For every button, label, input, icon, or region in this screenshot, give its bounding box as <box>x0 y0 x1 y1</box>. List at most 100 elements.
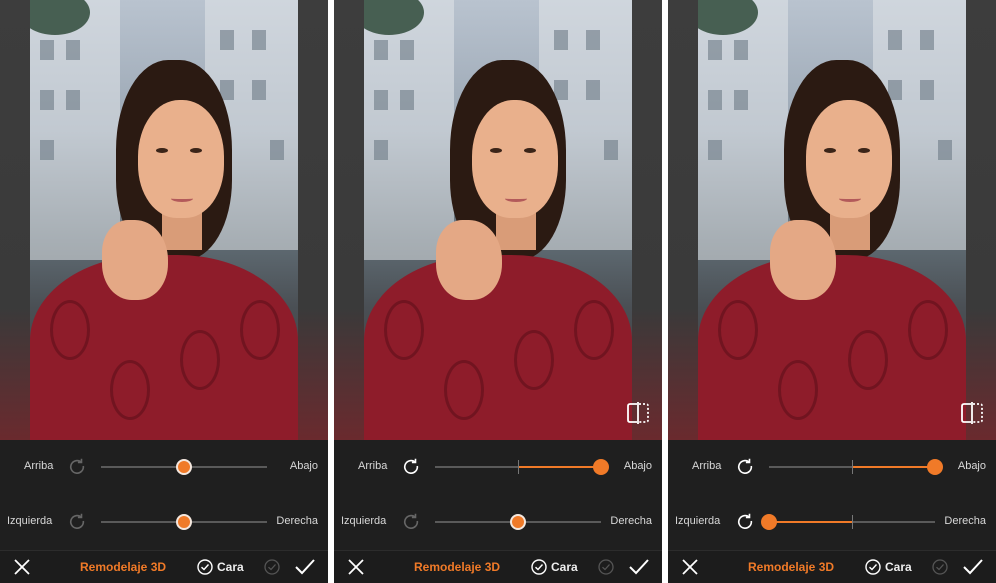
vertical-adjust-row: Arriba Abajo <box>668 455 996 479</box>
slider-label-down: Abajo <box>623 460 652 472</box>
hand <box>770 220 836 300</box>
rotate-cw-icon[interactable] <box>68 512 86 530</box>
slider-label-left: Izquierda <box>341 515 387 527</box>
slider-label-down: Abajo <box>289 460 318 472</box>
window <box>40 40 54 60</box>
checkmark-icon[interactable] <box>294 557 316 577</box>
vertical-slider-thumb[interactable] <box>927 459 943 475</box>
slider-label-up: Arriba <box>358 460 388 472</box>
bottom-toolbar: Remodelaje 3D Cara <box>0 550 328 583</box>
photo-canvas[interactable] <box>334 0 662 440</box>
slider-label-down: Abajo <box>957 460 986 472</box>
photo-canvas[interactable] <box>668 0 996 440</box>
building <box>698 0 788 260</box>
eye-left <box>156 148 168 153</box>
knit-pattern <box>778 360 818 420</box>
horizontal-adjust-row: Izquierda Derecha <box>334 510 662 534</box>
window <box>66 90 80 110</box>
window <box>270 140 284 160</box>
rotate-cw-icon[interactable] <box>402 512 420 530</box>
window <box>586 30 600 50</box>
window <box>374 140 388 160</box>
vertical-slider-thumb[interactable] <box>176 459 192 475</box>
window <box>708 40 722 60</box>
window <box>66 40 80 60</box>
slider-label-left: Izquierda <box>675 515 721 527</box>
photo-edge-right <box>966 0 996 440</box>
knit-pattern <box>908 300 948 360</box>
face-toggle[interactable]: Cara <box>531 557 578 577</box>
photo-edge-right <box>632 0 662 440</box>
close-icon[interactable] <box>12 557 32 577</box>
vertical-slider-track[interactable] <box>101 459 267 475</box>
window <box>888 30 902 50</box>
window <box>708 140 722 160</box>
vertical-slider-track[interactable] <box>769 459 943 475</box>
horizontal-slider-track[interactable] <box>101 514 267 530</box>
slider-fill <box>852 466 935 468</box>
horizontal-slider-track[interactable] <box>761 514 935 530</box>
knit-pattern <box>240 300 280 360</box>
check-circle-icon[interactable] <box>264 559 280 575</box>
window <box>374 40 388 60</box>
horizontal-slider-thumb[interactable] <box>176 514 192 530</box>
close-icon[interactable] <box>680 557 700 577</box>
close-icon[interactable] <box>346 557 366 577</box>
check-circle-icon <box>531 559 547 575</box>
vertical-slider-thumb[interactable] <box>593 459 609 475</box>
horizontal-slider-track[interactable] <box>435 514 601 530</box>
knit-pattern <box>718 300 758 360</box>
face-toggle-label: Cara <box>217 560 244 574</box>
horizontal-slider-thumb[interactable] <box>510 514 526 530</box>
rotate-cw-icon[interactable] <box>736 457 754 475</box>
rotate-cw-icon[interactable] <box>402 457 420 475</box>
mouth <box>839 195 861 202</box>
window <box>734 90 748 110</box>
horizontal-slider-thumb[interactable] <box>761 514 777 530</box>
check-circle-icon[interactable] <box>932 559 948 575</box>
photo-canvas[interactable] <box>0 0 328 440</box>
vertical-slider-track[interactable] <box>435 459 609 475</box>
split-compare-icon[interactable] <box>626 402 650 424</box>
eye-left <box>490 148 502 153</box>
adjustment-controls: Arriba Abajo Izquierda Derecha <box>0 440 328 550</box>
tool-title: Remodelaje 3D <box>748 560 835 574</box>
split-compare-icon[interactable] <box>960 402 984 424</box>
eye-left <box>824 148 836 153</box>
checkmark-icon[interactable] <box>962 557 984 577</box>
bottom-toolbar: Remodelaje 3D Cara <box>334 550 662 583</box>
eye-right <box>524 148 536 153</box>
window <box>708 90 722 110</box>
window <box>252 30 266 50</box>
eye-right <box>858 148 870 153</box>
check-circle-icon <box>197 559 213 575</box>
knit-pattern <box>444 360 484 420</box>
knit-pattern <box>50 300 90 360</box>
photo-edge-left <box>668 0 698 440</box>
hand <box>102 220 168 300</box>
window <box>734 40 748 60</box>
window <box>400 40 414 60</box>
editor-screen: Arriba Abajo Izquierda Derecha Remodelaj… <box>0 0 328 583</box>
rotate-cw-icon[interactable] <box>736 512 754 530</box>
face-toggle[interactable]: Cara <box>865 557 912 577</box>
tool-title: Remodelaje 3D <box>414 560 501 574</box>
check-circle-icon[interactable] <box>598 559 614 575</box>
photo-edge-left <box>0 0 30 440</box>
slider-fill <box>769 521 852 523</box>
editor-screen: Arriba Abajo Izquierda Derecha Remodelaj… <box>334 0 662 583</box>
checkmark-icon[interactable] <box>628 557 650 577</box>
rotate-cw-icon[interactable] <box>68 457 86 475</box>
window <box>220 30 234 50</box>
face-toggle[interactable]: Cara <box>197 557 244 577</box>
knit-pattern <box>514 330 554 390</box>
portrait-photo <box>30 0 298 440</box>
portrait-photo <box>364 0 632 440</box>
window <box>400 90 414 110</box>
window <box>40 90 54 110</box>
face-toggle-label: Cara <box>885 560 912 574</box>
slider-label-right: Derecha <box>944 515 986 527</box>
face-toggle-label: Cara <box>551 560 578 574</box>
photo-edge-right <box>298 0 328 440</box>
editor-screen: Arriba Abajo Izquierda Derecha Remodelaj… <box>668 0 996 583</box>
